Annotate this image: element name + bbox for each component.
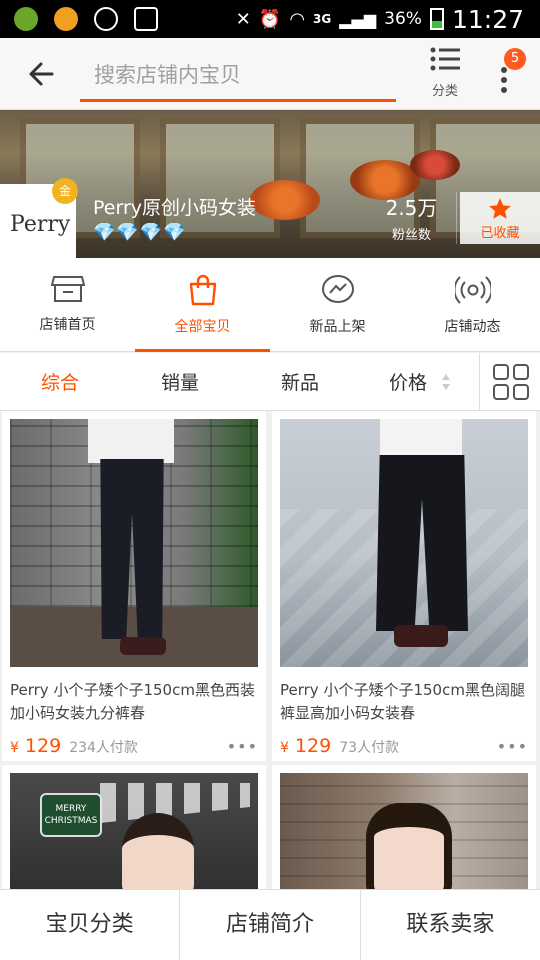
wifi-icon: ◠ (289, 8, 306, 30)
more-options-icon[interactable]: ••• (497, 737, 528, 756)
tab-new-arrivals[interactable]: 新品上架 (270, 258, 405, 351)
product-meta: ¥ 129 73人付款 ••• (272, 725, 536, 757)
product-image[interactable] (280, 419, 528, 667)
sort-price-label: 价格 (388, 372, 427, 394)
clock: 11:27 (451, 4, 524, 34)
messenger-icon (321, 275, 354, 303)
tab-label: 店铺首页 (39, 317, 96, 333)
tab-label: 新品上架 (309, 319, 366, 335)
category-button[interactable]: 分类 (424, 46, 466, 106)
product-card[interactable]: Perry 小个子矮个子150cm黑色阔腿裤显高加小码女装春 ¥ 129 73人… (272, 411, 536, 761)
emoji-notification-icon (54, 7, 78, 31)
more-menu-button[interactable]: 5 (486, 44, 526, 104)
list-icon (430, 47, 460, 71)
product-price: 129 (24, 735, 62, 757)
search-input[interactable] (80, 50, 396, 99)
tab-all-items[interactable]: 全部宝贝 (135, 258, 270, 352)
diamond-rank-icon: 💎💎💎💎 (93, 222, 187, 243)
store-icon (50, 276, 85, 302)
network-type: 3G (313, 12, 332, 26)
model-shirt (88, 419, 174, 463)
battery-percent: 36% (384, 9, 422, 29)
model-shoes (394, 625, 448, 647)
search-header: 分类 5 (0, 38, 540, 110)
signal-icon: ▂▄▆ (339, 9, 377, 29)
fans-number: 2.5万 (385, 196, 438, 220)
category-label: 分类 (431, 84, 458, 99)
christmas-sign: MERRY CHRISTMAS (40, 793, 102, 837)
notification-badge: 5 (504, 48, 526, 70)
product-price: 129 (294, 735, 332, 757)
favorite-label: 已收藏 (480, 226, 520, 241)
sort-arrows-icon (442, 373, 450, 390)
product-title[interactable]: Perry 小个子矮个子150cm黑色西装加小码女装九分裤春 (2, 667, 266, 725)
product-card[interactable]: MERRY CHRISTMAS (2, 765, 266, 889)
currency-symbol: ¥ (280, 740, 289, 756)
product-card[interactable]: Perry 小个子矮个子150cm黑色西装加小码女装九分裤春 ¥ 129 234… (2, 411, 266, 761)
product-sales: 234人付款 (69, 740, 138, 756)
status-bar: ✕ ⏰ ◠ 3G ▂▄▆ 36% 11:27 (0, 0, 540, 38)
product-image[interactable]: MERRY CHRISTMAS (10, 773, 258, 889)
chat-notification-icon (94, 7, 118, 31)
wifi-notification-icon (134, 7, 158, 31)
product-card[interactable] (272, 765, 536, 889)
sort-sales[interactable]: 销量 (120, 368, 240, 395)
product-image[interactable] (280, 773, 528, 889)
search-box[interactable] (80, 50, 396, 102)
tab-label: 店铺动态 (444, 319, 501, 335)
model-shoes (120, 637, 166, 655)
model-shirt (380, 419, 462, 459)
product-title[interactable]: Perry 小个子矮个子150cm黑色阔腿裤显高加小码女装春 (272, 667, 536, 725)
favorite-button[interactable]: 已收藏 (460, 192, 540, 244)
mute-icon: ✕ (235, 8, 251, 30)
product-sales: 73人付款 (339, 740, 400, 756)
banner-flowers (250, 180, 320, 220)
shop-intro-button[interactable]: 店铺简介 (180, 890, 361, 960)
model-face (374, 803, 444, 889)
shopping-bag-icon (189, 274, 216, 306)
fans-count: 2.5万 粉丝数 (367, 192, 457, 244)
battery-icon (429, 8, 444, 30)
bottom-action-bar: 宝贝分类 店铺简介 联系卖家 (0, 889, 540, 960)
star-icon (489, 198, 511, 219)
shop-banner (0, 110, 540, 258)
currency-symbol: ¥ (10, 740, 19, 756)
more-options-icon[interactable]: ••• (227, 737, 258, 756)
sort-price[interactable]: 价格 (360, 368, 480, 395)
shop-tabs: 店铺首页 全部宝贝 新品上架 店铺动态 (0, 258, 540, 352)
product-meta: ¥ 129 234人付款 ••• (2, 725, 266, 757)
back-button[interactable] (26, 58, 58, 90)
product-image[interactable] (10, 419, 258, 667)
banner-window (160, 118, 280, 238)
banner-flowers (410, 150, 460, 180)
sort-comprehensive[interactable]: 综合 (0, 368, 120, 395)
contact-seller-button[interactable]: 联系卖家 (361, 890, 540, 960)
shop-name: Perry原创小码女装 (93, 197, 257, 219)
product-grid: Perry 小个子矮个子150cm黑色西装加小码女装九分裤春 ¥ 129 234… (0, 411, 540, 889)
grid-view-toggle[interactable] (479, 353, 540, 411)
gold-medal-icon: 金 (52, 178, 78, 204)
item-categories-button[interactable]: 宝贝分类 (0, 890, 181, 960)
sort-new[interactable]: 新品 (240, 368, 360, 395)
tab-shop-home[interactable]: 店铺首页 (0, 258, 135, 351)
alarm-icon: ⏰ (258, 8, 282, 30)
app-notification-icon (14, 7, 38, 31)
shop-logo[interactable]: 金 Perry (0, 178, 78, 258)
tab-shop-updates[interactable]: 店铺动态 (405, 258, 540, 351)
arrow-left-icon (29, 62, 54, 86)
fans-label: 粉丝数 (391, 228, 431, 243)
tab-label: 全部宝贝 (174, 319, 231, 335)
grid-icon (493, 364, 529, 400)
broadcast-icon (454, 276, 491, 304)
model-face (122, 813, 194, 889)
sort-bar: 综合 销量 新品 价格 (0, 353, 540, 411)
shop-logo-text: Perry (10, 212, 71, 237)
